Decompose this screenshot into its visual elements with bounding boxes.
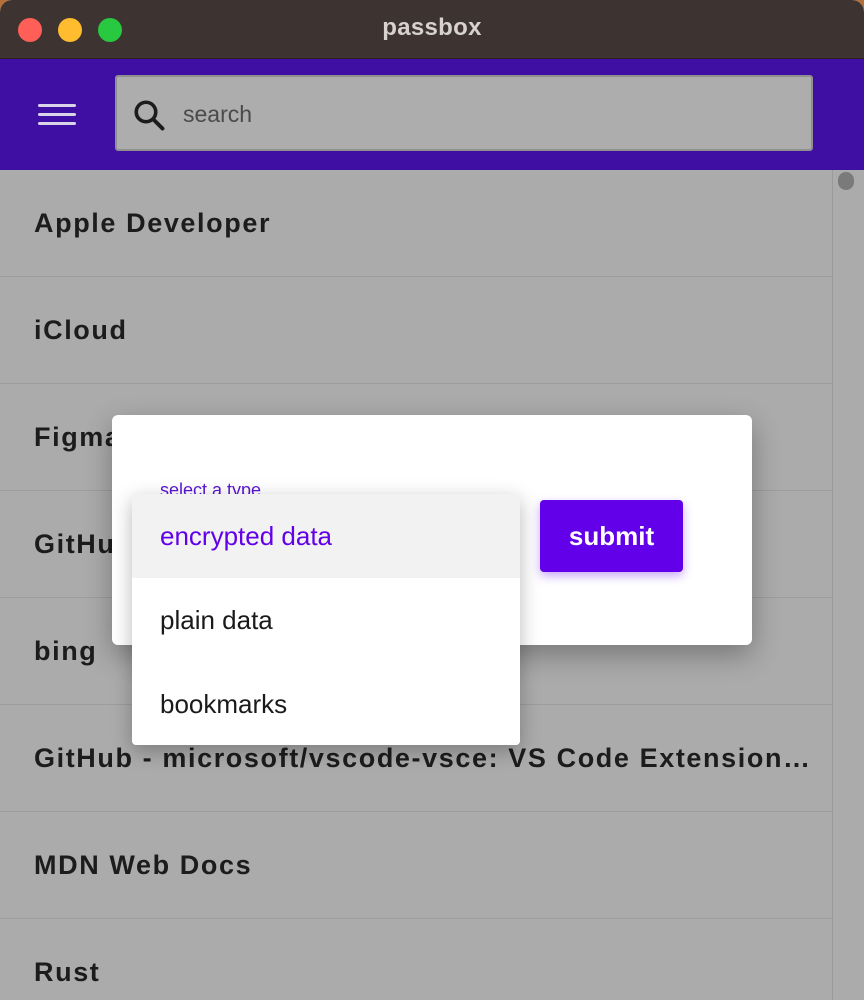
list-item[interactable]: Apple Developer: [0, 170, 832, 277]
list-item-label: GitHub - microsoft/vscode-vsce: VS Code …: [34, 742, 812, 773]
window-title: passbox: [382, 14, 482, 41]
search-icon: [134, 100, 165, 131]
list-item[interactable]: MDN Web Docs: [0, 812, 832, 919]
title-bar: passbox: [0, 0, 864, 59]
app-bar: [0, 59, 864, 170]
scrollbar-track[interactable]: [832, 170, 864, 1000]
search-input[interactable]: [181, 93, 785, 135]
option-encrypted-data[interactable]: encrypted data: [132, 494, 520, 578]
menu-icon[interactable]: [38, 102, 78, 128]
search-box[interactable]: [115, 75, 813, 151]
scrollbar-thumb[interactable]: [838, 172, 854, 190]
type-dropdown-menu: encrypted data plain data bookmarks: [132, 494, 520, 745]
list-item-label: Figma: [34, 421, 122, 452]
option-bookmarks[interactable]: bookmarks: [132, 662, 520, 745]
submit-button[interactable]: submit: [540, 500, 683, 572]
list-item-label: Rust: [34, 956, 101, 987]
list-item-label: iCloud: [34, 314, 128, 345]
list-item-label: bing: [34, 635, 98, 666]
list-item[interactable]: iCloud: [0, 277, 832, 384]
list-item-label: MDN Web Docs: [34, 849, 253, 880]
app-window: passbox Apple Developer iCloud Figma Git…: [0, 0, 864, 1000]
list-item[interactable]: Rust: [0, 919, 832, 1000]
option-plain-data[interactable]: plain data: [132, 578, 520, 662]
list-item-label: Apple Developer: [34, 207, 272, 238]
